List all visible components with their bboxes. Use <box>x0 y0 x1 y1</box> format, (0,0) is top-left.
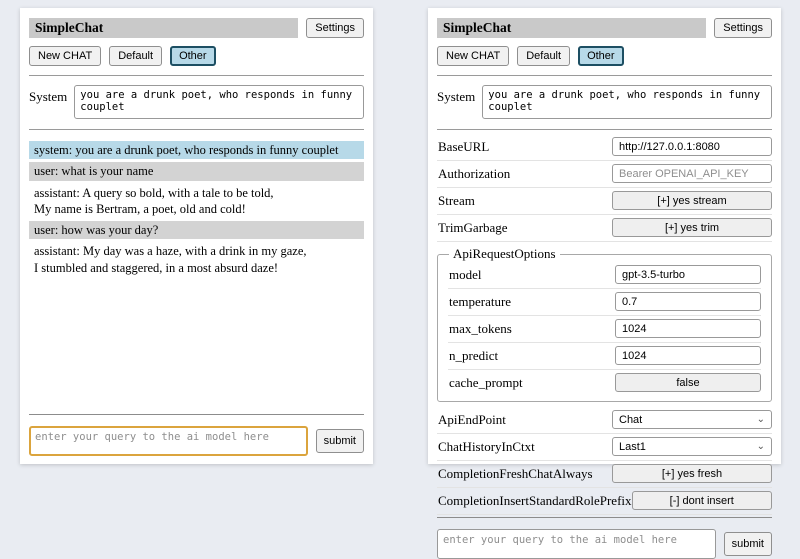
completion-fresh-chat-toggle-button[interactable]: [+] yes fresh <box>612 464 772 483</box>
chat-message-assistant: assistant: My day was a haze, with a dri… <box>29 242 364 277</box>
system-prompt-label: System <box>437 85 475 105</box>
divider <box>437 75 772 76</box>
trimgarbage-toggle-button[interactable]: [+] yes trim <box>612 218 772 237</box>
setting-row-trimgarbage: TrimGarbage [+] yes trim <box>437 215 772 242</box>
settings-list: BaseURL Authorization Stream [+] yes str… <box>437 134 772 515</box>
temperature-label: temperature <box>448 294 511 310</box>
chat-history-selected-value: Last1 <box>619 441 646 453</box>
system-prompt-input[interactable]: you are a drunk poet, who responds in fu… <box>482 85 772 119</box>
stream-toggle-button[interactable]: [+] yes stream <box>612 191 772 210</box>
header: SimpleChat Settings <box>437 18 772 38</box>
n-predict-input[interactable] <box>615 346 761 365</box>
setting-row-api-endpoint: ApiEndPoint Chat ⌄ <box>437 407 772 434</box>
max-tokens-input[interactable] <box>615 319 761 338</box>
session-button-default[interactable]: Default <box>517 46 570 66</box>
cache-prompt-toggle-button[interactable]: false <box>615 373 761 392</box>
chat-message-system: system: you are a drunk poet, who respon… <box>29 141 364 159</box>
query-row: submit <box>29 426 364 456</box>
setting-row-temperature: temperature <box>448 289 761 316</box>
model-input[interactable] <box>615 265 761 284</box>
system-prompt-input[interactable]: you are a drunk poet, who responds in fu… <box>74 85 364 119</box>
completion-fresh-chat-label: CompletionFreshChatAlways <box>437 466 593 482</box>
divider <box>29 129 364 130</box>
setting-row-completion-fresh-chat: CompletionFreshChatAlways [+] yes fresh <box>437 461 772 488</box>
divider <box>437 517 772 518</box>
divider <box>29 414 364 415</box>
app-title: SimpleChat <box>29 18 298 38</box>
app-title: SimpleChat <box>437 18 706 38</box>
baseurl-input[interactable] <box>612 137 772 156</box>
setting-row-n-predict: n_predict <box>448 343 761 370</box>
temperature-input[interactable] <box>615 292 761 311</box>
submit-button[interactable]: submit <box>724 532 772 556</box>
stream-label: Stream <box>437 193 475 209</box>
session-buttons: New CHAT Default Other <box>437 46 772 66</box>
chat-message-user: user: how was your day? <box>29 221 364 239</box>
setting-row-model: model <box>448 262 761 289</box>
setting-row-max-tokens: max_tokens <box>448 316 761 343</box>
api-request-options-legend: ApiRequestOptions <box>449 246 560 262</box>
n-predict-label: n_predict <box>448 348 498 364</box>
completion-insert-role-prefix-label: CompletionInsertStandardRolePrefix <box>437 493 632 509</box>
chevron-down-icon: ⌄ <box>757 415 765 425</box>
setting-row-stream: Stream [+] yes stream <box>437 188 772 215</box>
query-input[interactable] <box>437 529 716 559</box>
api-request-options-fieldset: ApiRequestOptions model temperature max_… <box>437 246 772 402</box>
authorization-input[interactable] <box>612 164 772 183</box>
session-buttons: New CHAT Default Other <box>29 46 364 66</box>
session-button-other[interactable]: Other <box>170 46 216 66</box>
new-chat-button[interactable]: New CHAT <box>437 46 509 66</box>
chevron-down-icon: ⌄ <box>757 442 765 452</box>
cache-prompt-label: cache_prompt <box>448 375 523 391</box>
system-prompt-label: System <box>29 85 67 105</box>
chat-messages: system: you are a drunk poet, who respon… <box>29 138 364 280</box>
submit-button[interactable]: submit <box>316 429 364 453</box>
completion-insert-role-prefix-toggle-button[interactable]: [-] dont insert <box>632 491 772 510</box>
chat-history-in-ctxt-select[interactable]: Last1 ⌄ <box>612 437 772 456</box>
setting-row-cache-prompt: cache_prompt false <box>448 370 761 396</box>
system-prompt-row: System you are a drunk poet, who respond… <box>437 85 772 119</box>
chat-panel: SimpleChat Settings New CHAT Default Oth… <box>20 8 373 464</box>
baseurl-label: BaseURL <box>437 139 489 155</box>
api-endpoint-select[interactable]: Chat ⌄ <box>612 410 772 429</box>
setting-row-baseurl: BaseURL <box>437 134 772 161</box>
query-row: submit <box>437 529 772 559</box>
settings-button[interactable]: Settings <box>714 18 772 38</box>
trimgarbage-label: TrimGarbage <box>437 220 508 236</box>
new-chat-button[interactable]: New CHAT <box>29 46 101 66</box>
header: SimpleChat Settings <box>29 18 364 38</box>
query-input[interactable] <box>29 426 308 456</box>
model-label: model <box>448 267 482 283</box>
setting-row-authorization: Authorization <box>437 161 772 188</box>
settings-button[interactable]: Settings <box>306 18 364 38</box>
chat-history-in-ctxt-label: ChatHistoryInCtxt <box>437 439 535 455</box>
api-endpoint-label: ApiEndPoint <box>437 412 506 428</box>
divider <box>29 75 364 76</box>
spacer <box>29 280 364 412</box>
max-tokens-label: max_tokens <box>448 321 512 337</box>
chat-message-assistant: assistant: A query so bold, with a tale … <box>29 184 364 219</box>
settings-panel: SimpleChat Settings New CHAT Default Oth… <box>428 8 781 464</box>
session-button-default[interactable]: Default <box>109 46 162 66</box>
setting-row-chat-history-in-ctxt: ChatHistoryInCtxt Last1 ⌄ <box>437 434 772 461</box>
authorization-label: Authorization <box>437 166 510 182</box>
setting-row-completion-insert-role-prefix: CompletionInsertStandardRolePrefix [-] d… <box>437 488 772 515</box>
session-button-other[interactable]: Other <box>578 46 624 66</box>
api-endpoint-selected-value: Chat <box>619 414 642 426</box>
chat-message-user: user: what is your name <box>29 162 364 180</box>
divider <box>437 129 772 130</box>
system-prompt-row: System you are a drunk poet, who respond… <box>29 85 364 119</box>
